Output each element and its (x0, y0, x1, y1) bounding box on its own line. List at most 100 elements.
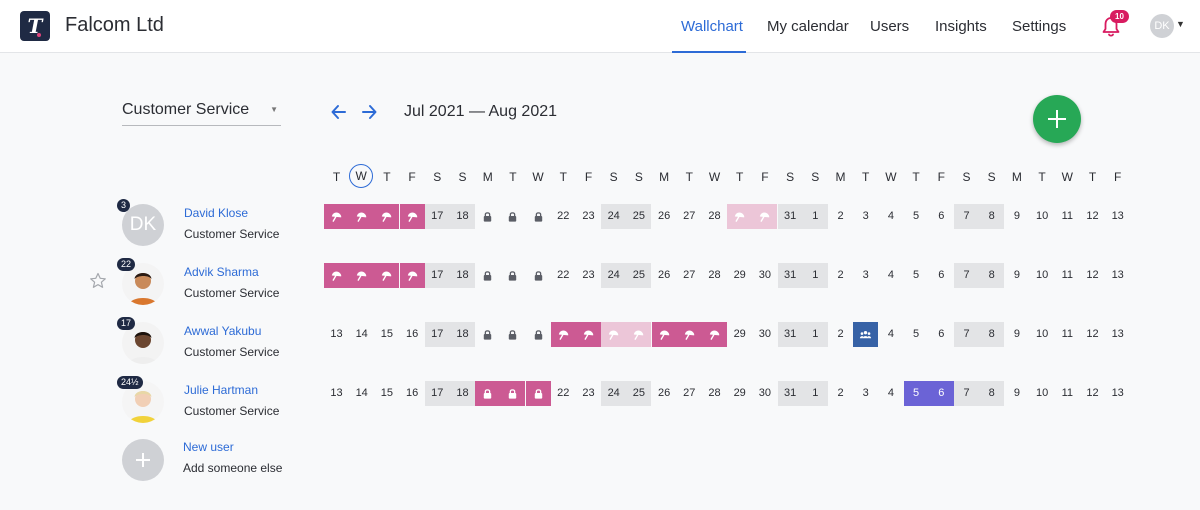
vacation-cell[interactable] (550, 322, 576, 347)
vacation-cell[interactable] (399, 204, 425, 229)
day-cell[interactable]: 9 (1004, 204, 1029, 229)
day-cell[interactable]: 2 (828, 381, 853, 406)
day-cell[interactable]: 4 (878, 381, 903, 406)
day-cell[interactable]: 28 (702, 204, 727, 229)
day-cell[interactable]: 10 (1030, 263, 1055, 288)
day-cell[interactable]: 26 (652, 263, 677, 288)
locked-day-cell[interactable] (475, 322, 500, 347)
day-cell[interactable]: 2 (828, 263, 853, 288)
vacation-cell[interactable] (349, 204, 375, 229)
weekend-cell[interactable]: 18 (450, 322, 475, 347)
new-user-link[interactable]: New user (183, 440, 234, 454)
day-cell[interactable]: 3 (853, 204, 878, 229)
leave-cell[interactable]: 6 (928, 381, 954, 406)
day-cell[interactable]: 6 (929, 204, 954, 229)
day-cell[interactable]: 27 (677, 381, 702, 406)
day-cell[interactable]: 30 (752, 263, 777, 288)
day-cell[interactable]: 4 (878, 263, 903, 288)
day-cell[interactable]: 15 (374, 381, 399, 406)
weekend-cell[interactable]: 24 (601, 204, 627, 229)
day-cell[interactable]: 11 (1055, 381, 1080, 406)
weekend-cell[interactable]: 25 (626, 263, 652, 288)
day-cell[interactable]: 12 (1080, 322, 1105, 347)
day-cell[interactable]: 23 (576, 381, 601, 406)
day-cell[interactable]: 3 (853, 381, 878, 406)
weekend-cell[interactable]: 8 (979, 263, 1005, 288)
nav-wallchart[interactable]: Wallchart (681, 18, 743, 35)
account-avatar[interactable]: DK (1150, 14, 1174, 38)
vacation-cell[interactable] (676, 322, 702, 347)
weekend-cell[interactable]: 7 (954, 204, 979, 229)
weekend-cell[interactable]: 31 (777, 204, 803, 229)
day-cell[interactable]: 13 (1105, 263, 1130, 288)
vacation-cell[interactable] (349, 263, 375, 288)
weekend-cell[interactable]: 8 (979, 204, 1005, 229)
locked-day-cell[interactable] (500, 204, 525, 229)
weekend-cell[interactable]: 24 (601, 381, 627, 406)
nav-my-calendar[interactable]: My calendar (767, 18, 849, 35)
day-cell[interactable]: 30 (752, 381, 777, 406)
vacation-pending-cell[interactable] (752, 204, 778, 229)
locked-day-cell[interactable] (526, 263, 551, 288)
nav-settings[interactable]: Settings (1012, 18, 1066, 35)
user-avatar[interactable]: DK (122, 204, 164, 246)
weekend-cell[interactable]: 1 (802, 204, 828, 229)
app-logo[interactable]: T (20, 11, 50, 41)
day-cell[interactable]: 2 (828, 204, 853, 229)
team-select[interactable]: Customer Service ▼ (122, 98, 281, 126)
weekend-cell[interactable]: 1 (802, 263, 828, 288)
vacation-pending-cell[interactable] (727, 204, 753, 229)
weekend-cell[interactable]: 7 (954, 322, 979, 347)
weekend-cell[interactable]: 1 (802, 322, 828, 347)
locked-day-cell[interactable] (500, 263, 525, 288)
weekend-cell[interactable]: 17 (424, 322, 450, 347)
day-cell[interactable]: 4 (878, 322, 903, 347)
day-cell[interactable]: 4 (878, 204, 903, 229)
day-cell[interactable]: 27 (677, 204, 702, 229)
locked-day-cell[interactable] (526, 322, 551, 347)
vacation-cell[interactable] (324, 204, 349, 229)
day-cell[interactable]: 13 (324, 381, 349, 406)
vacation-cell[interactable] (651, 322, 677, 347)
weekend-cell[interactable]: 31 (777, 322, 803, 347)
day-cell[interactable]: 11 (1055, 322, 1080, 347)
day-cell[interactable]: 6 (929, 263, 954, 288)
leave-cell[interactable]: 5 (903, 381, 929, 406)
weekend-cell[interactable]: 25 (626, 204, 652, 229)
day-cell[interactable]: 22 (551, 381, 576, 406)
locked-day-cell[interactable] (475, 263, 500, 288)
day-cell[interactable]: 13 (1105, 322, 1130, 347)
day-cell[interactable]: 9 (1004, 322, 1029, 347)
day-cell[interactable]: 2 (828, 322, 853, 347)
day-cell[interactable]: 14 (349, 322, 374, 347)
day-cell[interactable]: 13 (1105, 204, 1130, 229)
vacation-pending-cell[interactable] (626, 322, 652, 347)
weekend-cell[interactable]: 25 (626, 381, 652, 406)
weekend-cell[interactable]: 8 (979, 322, 1005, 347)
day-cell[interactable]: 29 (727, 263, 752, 288)
locked-day-cell[interactable] (526, 204, 551, 229)
day-cell[interactable]: 5 (904, 204, 929, 229)
weekend-cell[interactable]: 17 (424, 263, 450, 288)
vacation-pending-cell[interactable] (601, 322, 627, 347)
caret-down-icon[interactable]: ▼ (1176, 19, 1185, 29)
user-name-link[interactable]: David Klose (184, 206, 248, 220)
day-cell[interactable]: 30 (752, 322, 777, 347)
weekend-cell[interactable]: 17 (424, 381, 450, 406)
arrow-left-icon[interactable] (329, 101, 349, 123)
day-cell[interactable]: 10 (1030, 204, 1055, 229)
locked-day-cell[interactable] (500, 322, 525, 347)
day-cell[interactable]: 3 (853, 263, 878, 288)
day-cell[interactable]: 26 (652, 381, 677, 406)
day-cell[interactable]: 22 (551, 263, 576, 288)
day-cell[interactable]: 23 (576, 263, 601, 288)
day-cell[interactable]: 12 (1080, 263, 1105, 288)
weekend-cell[interactable]: 18 (450, 381, 475, 406)
vacation-cell[interactable] (576, 322, 601, 347)
weekend-cell[interactable]: 7 (954, 381, 979, 406)
arrow-right-icon[interactable] (359, 101, 379, 123)
weekend-cell[interactable]: 7 (954, 263, 979, 288)
day-cell[interactable]: 27 (677, 263, 702, 288)
day-cell[interactable]: 14 (349, 381, 374, 406)
day-cell[interactable]: 13 (1105, 381, 1130, 406)
